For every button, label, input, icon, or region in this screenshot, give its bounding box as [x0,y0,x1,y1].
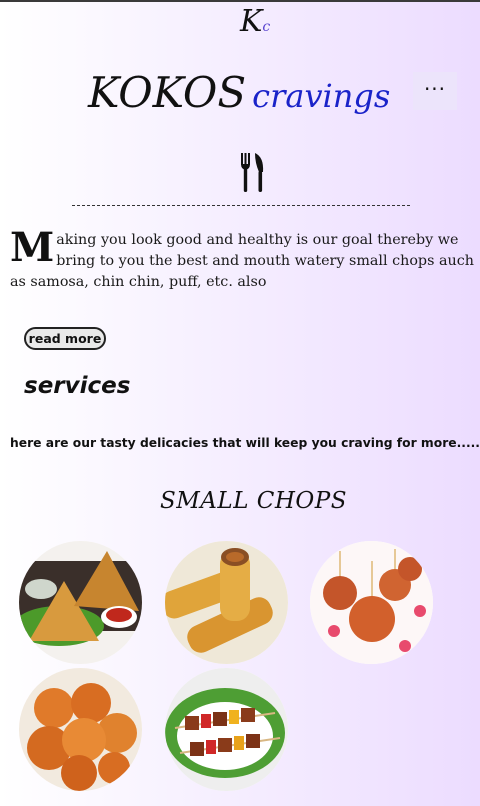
food-image-kebab[interactable] [165,668,288,791]
food-image-puff-puff[interactable] [19,668,142,791]
services-description: here are our tasty delicacies that will … [10,436,480,450]
intro-paragraph: Making you look good and healthy is our … [10,224,480,293]
food-image-spring-rolls[interactable] [165,541,288,664]
intro-text: aking you look good and healthy is our g… [10,232,474,290]
top-border [0,0,480,2]
small-chops-heading: SMALL CHOPS [160,488,348,514]
brand-secondary: cravings [252,77,391,115]
read-more-button[interactable]: read more [24,327,106,350]
section-divider [72,205,410,206]
fork-knife-icon [241,153,264,192]
food-image-meatballs[interactable] [310,541,433,664]
services-heading: services [24,373,131,399]
food-image-samosa[interactable] [19,541,142,664]
brand-title: KOKOS cravings [88,68,390,117]
brand-primary: KOKOS [88,68,247,117]
logo-mark[interactable]: Kc [240,4,270,39]
intro-dropcap: M [10,224,55,271]
more-dots-icon[interactable]: ··· [413,72,457,110]
